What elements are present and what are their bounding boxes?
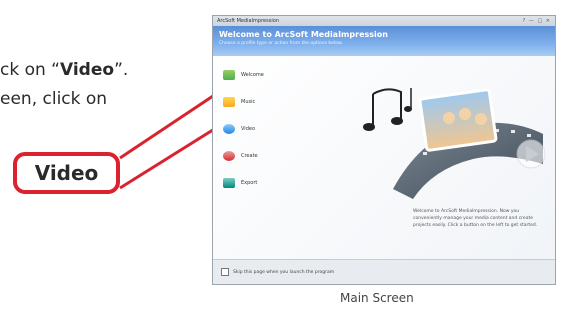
menu-item-welcome[interactable]: Welcome xyxy=(223,66,303,84)
menu-label: Music xyxy=(241,99,256,105)
menu-item-create[interactable]: Create xyxy=(223,147,303,165)
skip-checkbox[interactable] xyxy=(221,268,229,276)
menu-item-music[interactable]: Music xyxy=(223,93,303,111)
menu-label: Welcome xyxy=(241,72,264,78)
header-subtitle: Choose a profile type or action from the… xyxy=(219,41,343,46)
window-footer: Skip this page when you launch the progr… xyxy=(213,259,555,284)
welcome-icon xyxy=(223,70,235,80)
header-title: Welcome to ArcSoft MediaImpression xyxy=(219,30,388,39)
skip-checkbox-label: Skip this page when you launch the progr… xyxy=(233,269,335,275)
media-artwork-illustration xyxy=(363,88,546,199)
callout-line-top xyxy=(119,86,226,160)
music-note-icon xyxy=(363,88,412,131)
video-callout: Video xyxy=(13,152,120,194)
menu-label: Video xyxy=(241,126,256,132)
video-icon xyxy=(223,124,235,134)
screen-caption: Main Screen xyxy=(340,291,414,305)
window-title: ArcSoft MediaImpression xyxy=(217,18,279,24)
music-icon xyxy=(223,97,235,107)
app-window: ArcSoft MediaImpression ? — □ × Welcome … xyxy=(212,15,556,285)
create-icon xyxy=(223,151,235,161)
welcome-text: Welcome to ArcSoft MediaImpression. Now … xyxy=(413,209,538,228)
side-menu: Welcome Music Video Create Export xyxy=(223,66,303,201)
main-content: Welcome Music Video Create Export Welcom… xyxy=(213,56,555,260)
menu-label: Export xyxy=(241,180,258,186)
menu-item-video[interactable]: Video xyxy=(223,120,303,138)
menu-item-export[interactable]: Export xyxy=(223,174,303,192)
title-bar: ArcSoft MediaImpression ? — □ × xyxy=(213,16,555,26)
menu-label: Create xyxy=(241,153,258,159)
export-icon xyxy=(223,178,235,188)
welcome-header: Welcome to ArcSoft MediaImpression Choos… xyxy=(213,26,555,56)
window-controls[interactable]: ? — □ × xyxy=(523,18,551,24)
